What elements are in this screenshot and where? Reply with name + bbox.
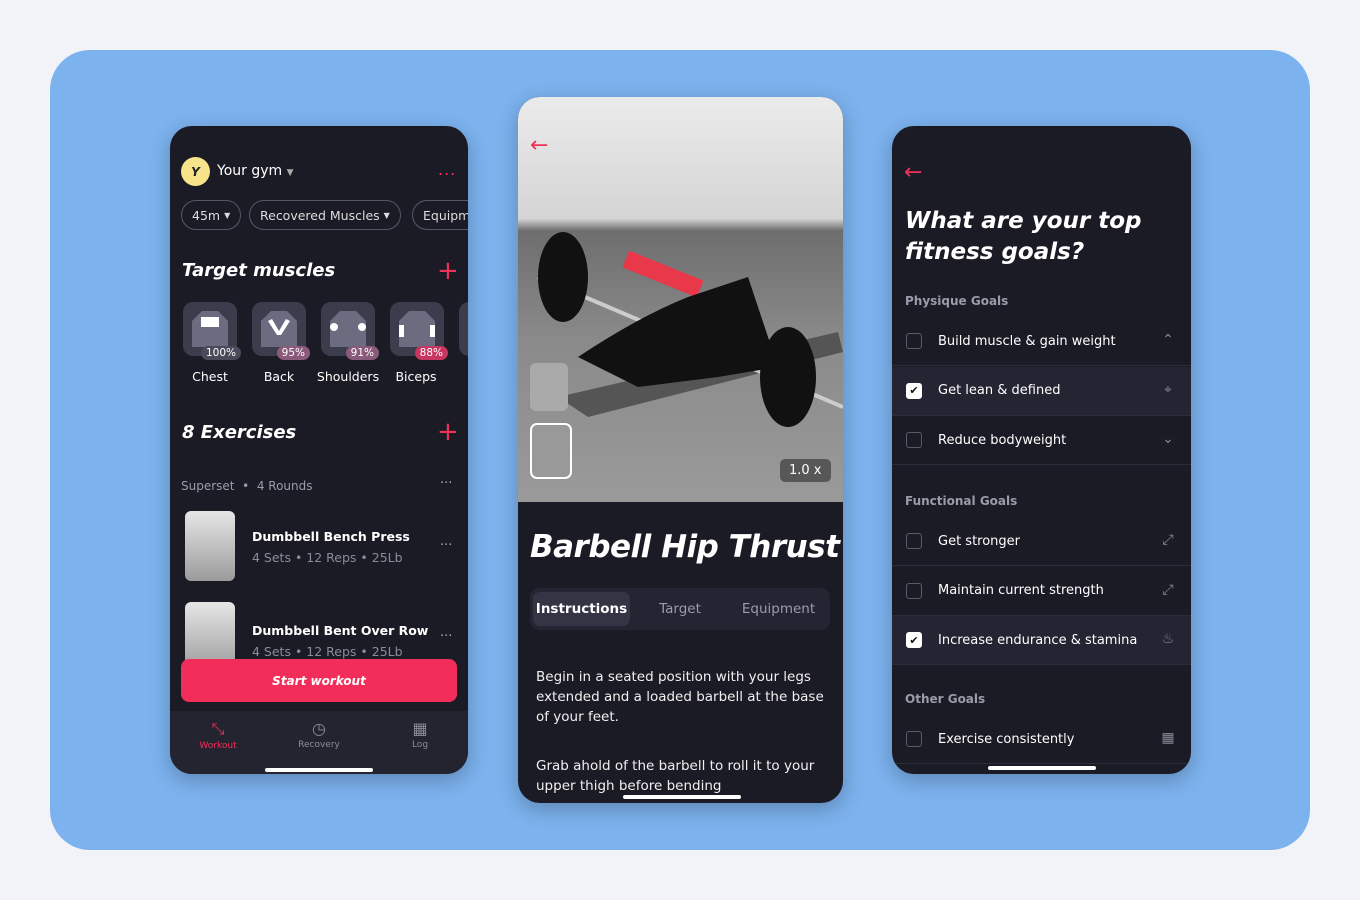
checkbox[interactable] [906, 432, 922, 448]
superset-label: Superset • 4 Rounds [181, 479, 313, 493]
goal-option[interactable]: Maintain current strength ⤢ [892, 567, 1191, 616]
body-icon [399, 311, 435, 347]
filter-muscles[interactable]: Recovered Muscles ▼ [249, 200, 401, 230]
speed-button[interactable]: 1.0 x [780, 459, 831, 482]
muscle-label: Chest [192, 369, 228, 384]
angle-thumbnail-selected[interactable] [530, 423, 572, 479]
exercise-video[interactable]: 1.0 x ← [518, 97, 843, 502]
goal-option[interactable]: Reduce bodyweight ⌄ [892, 416, 1191, 465]
add-exercise-button[interactable]: + [437, 419, 459, 445]
exercise-thumbnail [185, 511, 235, 581]
expand-arrows-icon: ⤢ [1162, 581, 1174, 598]
down-circle-icon: ⌄ [1162, 431, 1174, 447]
exercise-item[interactable] [185, 511, 235, 581]
checkbox[interactable] [906, 731, 922, 747]
goal-label: Get lean & defined [938, 383, 1061, 398]
workout-screen: Y Your gym ▼ ... 45m ▼ Recovered Muscles… [170, 126, 468, 774]
gym-label: Your gym [217, 163, 283, 179]
checkbox[interactable] [906, 333, 922, 349]
target-icon: ⌖ [1164, 381, 1172, 398]
question-title: What are your top fitness goals? [905, 208, 1142, 265]
calendar-icon: ▦ [1161, 730, 1175, 746]
muscle-back[interactable]: 95% [252, 302, 310, 360]
instruction-step: Grab ahold of the barbell to roll it to … [536, 758, 815, 794]
section-title: Functional Goals [905, 494, 1018, 508]
superset-menu-button[interactable]: ··· [440, 476, 452, 491]
tab-target[interactable]: Target [635, 592, 725, 626]
body-icon [330, 311, 366, 347]
goal-label: Build muscle & gain weight [938, 333, 1116, 349]
back-arrow-icon[interactable]: ← [904, 160, 922, 185]
avatar[interactable]: Y [181, 157, 210, 186]
goal-option[interactable]: Exercise consistently ▦ [892, 715, 1191, 764]
exercise-meta: 4 Sets • 12 Reps • 25Lb [252, 550, 403, 565]
nav-workout[interactable]: ⤡ Workout [173, 719, 263, 751]
add-muscle-button[interactable]: + [437, 258, 459, 284]
recovery-clock-icon: ◷ [312, 719, 326, 738]
checkbox[interactable]: ✔ [906, 382, 922, 399]
exercise-menu-button[interactable]: ··· [440, 629, 452, 644]
muscle-biceps[interactable]: 88% [390, 302, 448, 360]
home-indicator [623, 795, 741, 799]
checkbox[interactable] [906, 533, 922, 549]
exercise-name: Dumbbell Bench Press [252, 529, 410, 544]
nav-log[interactable]: ▦ Log [375, 719, 465, 750]
expand-arrows-icon: ⤢ [1162, 532, 1174, 548]
exercise-title: Barbell Hip Thrust [530, 529, 840, 565]
goal-option[interactable]: Get stronger ⤢ [892, 517, 1191, 566]
exercise-meta: 4 Sets • 12 Reps • 25Lb [252, 644, 403, 659]
goal-option[interactable]: ✔ Increase endurance & stamina ♨ [892, 616, 1191, 665]
home-indicator [265, 768, 373, 772]
muscle-chest[interactable]: 100% [183, 302, 241, 360]
goal-option[interactable]: Build muscle & gain weight ⌃ [892, 317, 1191, 366]
nav-recovery[interactable]: ◷ Recovery [274, 719, 364, 750]
muscle-label: Back [263, 369, 295, 384]
back-arrow-icon[interactable]: ← [530, 133, 548, 158]
start-workout-button[interactable]: Start workout [181, 659, 457, 702]
muscle-more[interactable] [459, 302, 468, 356]
exercise-detail-screen: 1.0 x ← Barbell Hip Thrust Instructions … [518, 97, 843, 803]
goal-label: Increase endurance & stamina [938, 632, 1138, 648]
home-indicator [988, 766, 1096, 770]
goal-label: Maintain current strength [938, 583, 1104, 598]
goal-label: Get stronger [938, 533, 1021, 549]
more-menu-button[interactable]: ... [438, 160, 456, 179]
flame-icon: ♨ [1161, 631, 1175, 647]
muscle-label: Biceps [395, 369, 437, 384]
angle-thumbnail[interactable] [530, 363, 568, 411]
muscle-shoulders[interactable]: 91% [321, 302, 379, 360]
exercises-title: 8 Exercises [182, 422, 297, 443]
section-title: Other Goals [905, 692, 986, 706]
muscle-label: Shoulders [316, 369, 380, 384]
checkbox[interactable]: ✔ [906, 632, 922, 648]
section-title: Physique Goals [905, 294, 1009, 308]
tab-equipment[interactable]: Equipment [730, 592, 827, 626]
body-icon [192, 311, 228, 347]
up-circle-icon: ⌃ [1162, 332, 1174, 348]
goals-screen: ← What are your top fitness goals? Physi… [892, 126, 1191, 774]
filter-duration[interactable]: 45m ▼ [181, 200, 242, 230]
chevron-down-icon: ▼ [286, 168, 294, 178]
tab-instructions[interactable]: Instructions [533, 592, 630, 626]
goal-label: Reduce bodyweight [938, 432, 1067, 448]
gym-selector[interactable]: Your gym ▼ [217, 163, 294, 179]
tabs: Instructions Target Equipment [530, 588, 830, 630]
filter-equipment[interactable]: Equipm [412, 200, 468, 230]
body-icon [261, 311, 297, 347]
exercise-name: Dumbbell Bent Over Row [252, 623, 429, 638]
goal-option[interactable]: ✔ Get lean & defined ⌖ [892, 366, 1191, 416]
target-muscles-title: Target muscles [182, 260, 336, 281]
checkbox[interactable] [906, 582, 922, 599]
bottom-nav: ⤡ Workout ◷ Recovery ▦ Log [170, 711, 468, 774]
goal-label: Exercise consistently [938, 731, 1075, 747]
exercise-menu-button[interactable]: ··· [440, 538, 452, 553]
dumbbell-icon: ⤡ [211, 719, 225, 738]
calendar-icon: ▦ [412, 719, 428, 738]
instruction-step: Begin in a seated position with your leg… [536, 669, 824, 725]
